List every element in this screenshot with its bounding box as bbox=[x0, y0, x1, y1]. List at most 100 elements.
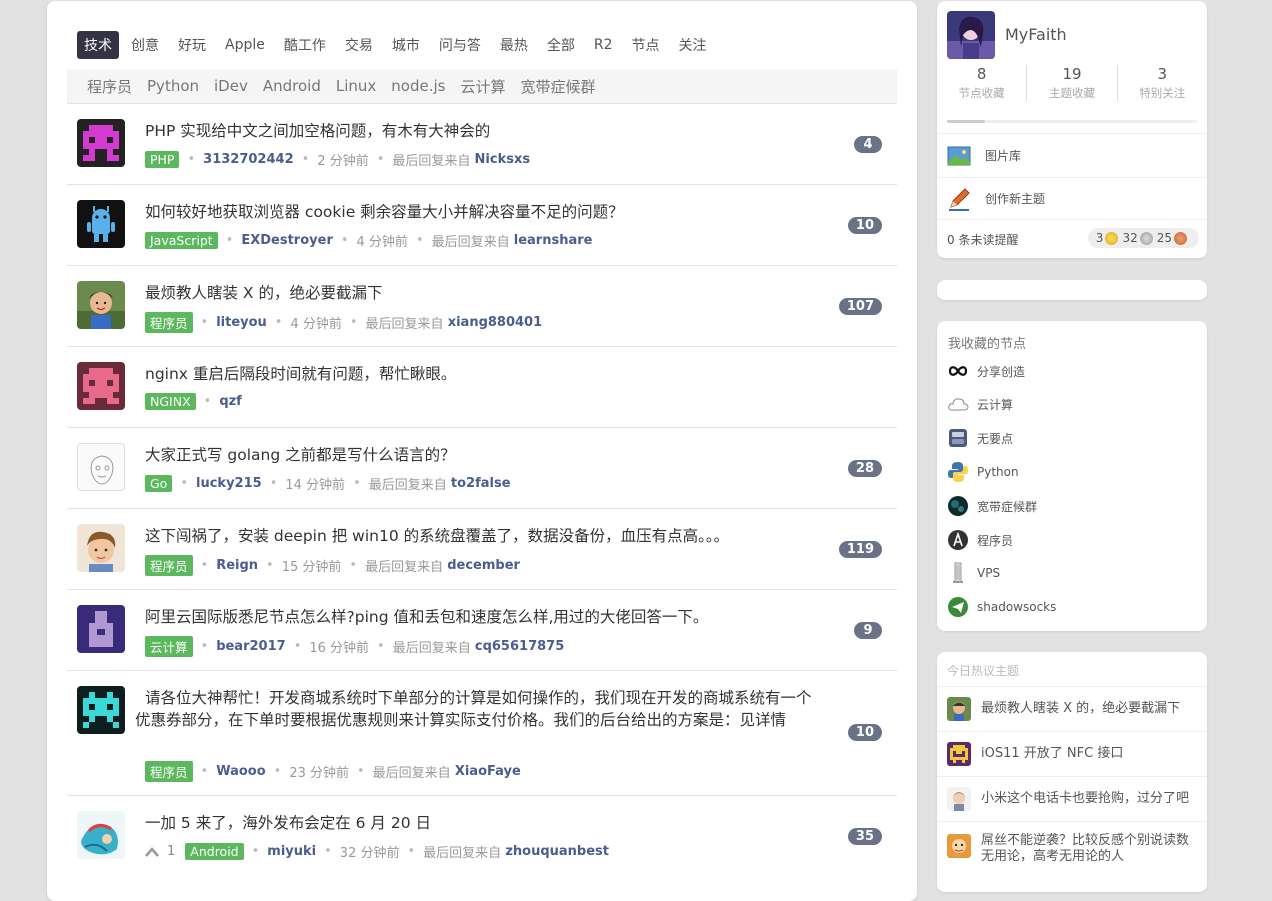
favorite-node-item[interactable]: 程序员 bbox=[947, 529, 1013, 551]
favorite-node-item[interactable]: Python bbox=[947, 461, 1019, 483]
user-avatar[interactable] bbox=[77, 811, 125, 859]
tab-following[interactable]: 关注 bbox=[672, 31, 714, 59]
node-tag[interactable]: PHP bbox=[145, 151, 180, 168]
tab-city[interactable]: 城市 bbox=[385, 31, 427, 59]
author-link[interactable]: lucky215 bbox=[196, 476, 262, 491]
tab-fun[interactable]: 好玩 bbox=[171, 31, 213, 59]
user-avatar[interactable] bbox=[947, 787, 971, 811]
favorite-node-item[interactable]: VPS bbox=[947, 562, 1000, 584]
topic-title[interactable]: 最烦教人瞎装 X 的，绝必要截漏下 bbox=[145, 282, 825, 304]
node-tag[interactable]: 云计算 bbox=[145, 636, 193, 657]
favorite-node-item[interactable]: 云计算 bbox=[947, 393, 1013, 415]
tab-hot[interactable]: 最热 bbox=[493, 31, 535, 59]
favorite-node-item[interactable]: 分享创造 bbox=[947, 360, 1025, 382]
subtab-broadband[interactable]: 宽带症候群 bbox=[520, 76, 595, 97]
author-link[interactable]: 3132702442 bbox=[203, 152, 293, 167]
last-reply-user[interactable]: Nicksxs bbox=[475, 152, 531, 167]
topic-title[interactable]: 这下闯祸了，安装 deepin 把 win10 的系统盘覆盖了，数据没备份，血压… bbox=[145, 525, 825, 547]
last-reply-user[interactable]: cq65617875 bbox=[475, 639, 564, 654]
subtab-linux[interactable]: Linux bbox=[336, 77, 376, 95]
reply-count[interactable]: 35 bbox=[847, 828, 882, 845]
node-tag[interactable]: 程序员 bbox=[145, 312, 193, 333]
subtab-python[interactable]: Python bbox=[147, 77, 199, 95]
stat-node-favorites[interactable]: 8 节点收藏 bbox=[937, 65, 1028, 101]
node-tag[interactable]: Android bbox=[185, 843, 244, 860]
user-avatar[interactable] bbox=[77, 200, 125, 248]
node-tag[interactable]: 程序员 bbox=[145, 761, 193, 782]
topic-title[interactable]: nginx 重启后隔段时间就有问题，帮忙瞅眼。 bbox=[145, 363, 825, 385]
user-avatar[interactable] bbox=[947, 742, 971, 766]
upvote-button[interactable]: 1 bbox=[145, 844, 175, 859]
user-avatar[interactable] bbox=[947, 697, 971, 721]
reply-count[interactable]: 9 bbox=[854, 622, 882, 639]
hot-topic-title[interactable]: 屌丝不能逆袭？比较反感个别说读数无用论，高考无用论的人 bbox=[981, 833, 1196, 865]
tab-deals[interactable]: 交易 bbox=[338, 31, 380, 59]
reply-count[interactable]: 119 bbox=[838, 541, 882, 558]
chevron-up-icon bbox=[145, 846, 159, 857]
reply-count[interactable]: 28 bbox=[847, 460, 882, 477]
last-reply-label: 最后回复来自 bbox=[365, 317, 444, 332]
profile-avatar[interactable] bbox=[947, 11, 995, 59]
last-reply-user[interactable]: to2false bbox=[451, 476, 511, 491]
tab-creative[interactable]: 创意 bbox=[124, 31, 166, 59]
node-tag[interactable]: NGINX bbox=[145, 393, 196, 410]
author-link[interactable]: Waooo bbox=[216, 764, 265, 779]
subtab-idev[interactable]: iDev bbox=[214, 77, 248, 95]
username-link[interactable]: MyFaith bbox=[1005, 25, 1067, 44]
user-avatar[interactable] bbox=[947, 834, 971, 858]
new-topic-link[interactable]: 创作新主题 bbox=[937, 177, 1207, 219]
user-avatar[interactable] bbox=[77, 443, 125, 491]
node-tag[interactable]: Go bbox=[145, 475, 173, 492]
subtab-cloud[interactable]: 云计算 bbox=[460, 76, 505, 97]
favorite-node-item[interactable]: shadowsocks bbox=[947, 596, 1056, 618]
hot-topic-title[interactable]: 最烦教人瞎装 X 的，绝必要截漏下 bbox=[981, 701, 1196, 717]
last-reply-user[interactable]: xiang880401 bbox=[448, 315, 542, 330]
subtab-programmer[interactable]: 程序员 bbox=[87, 76, 132, 97]
tab-jobs[interactable]: 酷工作 bbox=[277, 31, 333, 59]
reply-count[interactable]: 10 bbox=[847, 724, 882, 741]
user-avatar[interactable] bbox=[77, 524, 125, 572]
author-link[interactable]: bear2017 bbox=[216, 639, 286, 654]
hot-topic-title[interactable]: iOS11 开放了 NFC 接口 bbox=[981, 746, 1196, 762]
tab-nodes[interactable]: 节点 bbox=[625, 31, 667, 59]
node-tag[interactable]: JavaScript bbox=[145, 232, 218, 249]
last-reply-user[interactable]: XiaoFaye bbox=[455, 764, 521, 779]
author-link[interactable]: EXDestroyer bbox=[241, 233, 333, 248]
favorite-node-item[interactable]: 宽带症候群 bbox=[947, 495, 1037, 517]
author-link[interactable]: Reign bbox=[216, 558, 258, 573]
stat-topic-favorites[interactable]: 19 主题收藏 bbox=[1027, 65, 1118, 101]
node-tag[interactable]: 程序员 bbox=[145, 555, 193, 576]
tab-tech[interactable]: 技术 bbox=[77, 31, 119, 59]
tab-apple[interactable]: Apple bbox=[218, 33, 272, 57]
tab-r2[interactable]: R2 bbox=[587, 33, 620, 57]
topic-title[interactable]: 一加 5 来了，海外发布会定在 6 月 20 日 bbox=[145, 812, 825, 834]
author-link[interactable]: liteyou bbox=[216, 315, 267, 330]
subtab-nodejs[interactable]: node.js bbox=[391, 77, 445, 95]
user-avatar[interactable] bbox=[77, 362, 125, 410]
topic-title[interactable]: 请各位大神帮忙！开发商城系统时下单部分的计算是如何操作的，我们现在开发的商城系统… bbox=[135, 687, 825, 731]
user-avatar[interactable] bbox=[77, 119, 125, 167]
reply-count[interactable]: 4 bbox=[854, 136, 882, 153]
user-avatar[interactable] bbox=[77, 281, 125, 329]
subtab-android[interactable]: Android bbox=[263, 77, 321, 95]
last-reply-user[interactable]: december bbox=[447, 558, 520, 573]
author-link[interactable]: qzf bbox=[219, 394, 242, 409]
tab-all[interactable]: 全部 bbox=[540, 31, 582, 59]
reply-count[interactable]: 10 bbox=[847, 217, 882, 234]
hot-topic-title[interactable]: 小米这个电话卡也要抢购，过分了吧 bbox=[981, 791, 1196, 807]
topic-title[interactable]: 如何较好地获取浏览器 cookie 剩余容量大小并解决容量不足的问题？ bbox=[145, 201, 825, 223]
user-avatar[interactable] bbox=[77, 686, 125, 734]
author-link[interactable]: miyuki bbox=[267, 844, 316, 859]
gallery-link[interactable]: 图片库 bbox=[937, 133, 1207, 177]
reply-count[interactable]: 107 bbox=[838, 298, 882, 315]
user-avatar[interactable] bbox=[77, 605, 125, 653]
topic-title[interactable]: 阿里云国际版悉尼节点怎么样?ping 值和丢包和速度怎么样,用过的大佬回答一下。 bbox=[145, 606, 825, 628]
tab-qna[interactable]: 问与答 bbox=[432, 31, 488, 59]
stat-following[interactable]: 3 特别关注 bbox=[1118, 65, 1207, 101]
balance-badge[interactable]: 3 32 25 bbox=[1087, 228, 1199, 248]
last-reply-user[interactable]: learnshare bbox=[514, 233, 593, 248]
topic-title[interactable]: PHP 实现给中文之间加空格问题，有木有大神会的 bbox=[145, 120, 825, 142]
topic-title[interactable]: 大家正式写 golang 之前都是写什么语言的？ bbox=[145, 444, 825, 466]
last-reply-user[interactable]: zhouquanbest bbox=[505, 844, 609, 859]
favorite-node-item[interactable]: 无要点 bbox=[947, 427, 1013, 449]
